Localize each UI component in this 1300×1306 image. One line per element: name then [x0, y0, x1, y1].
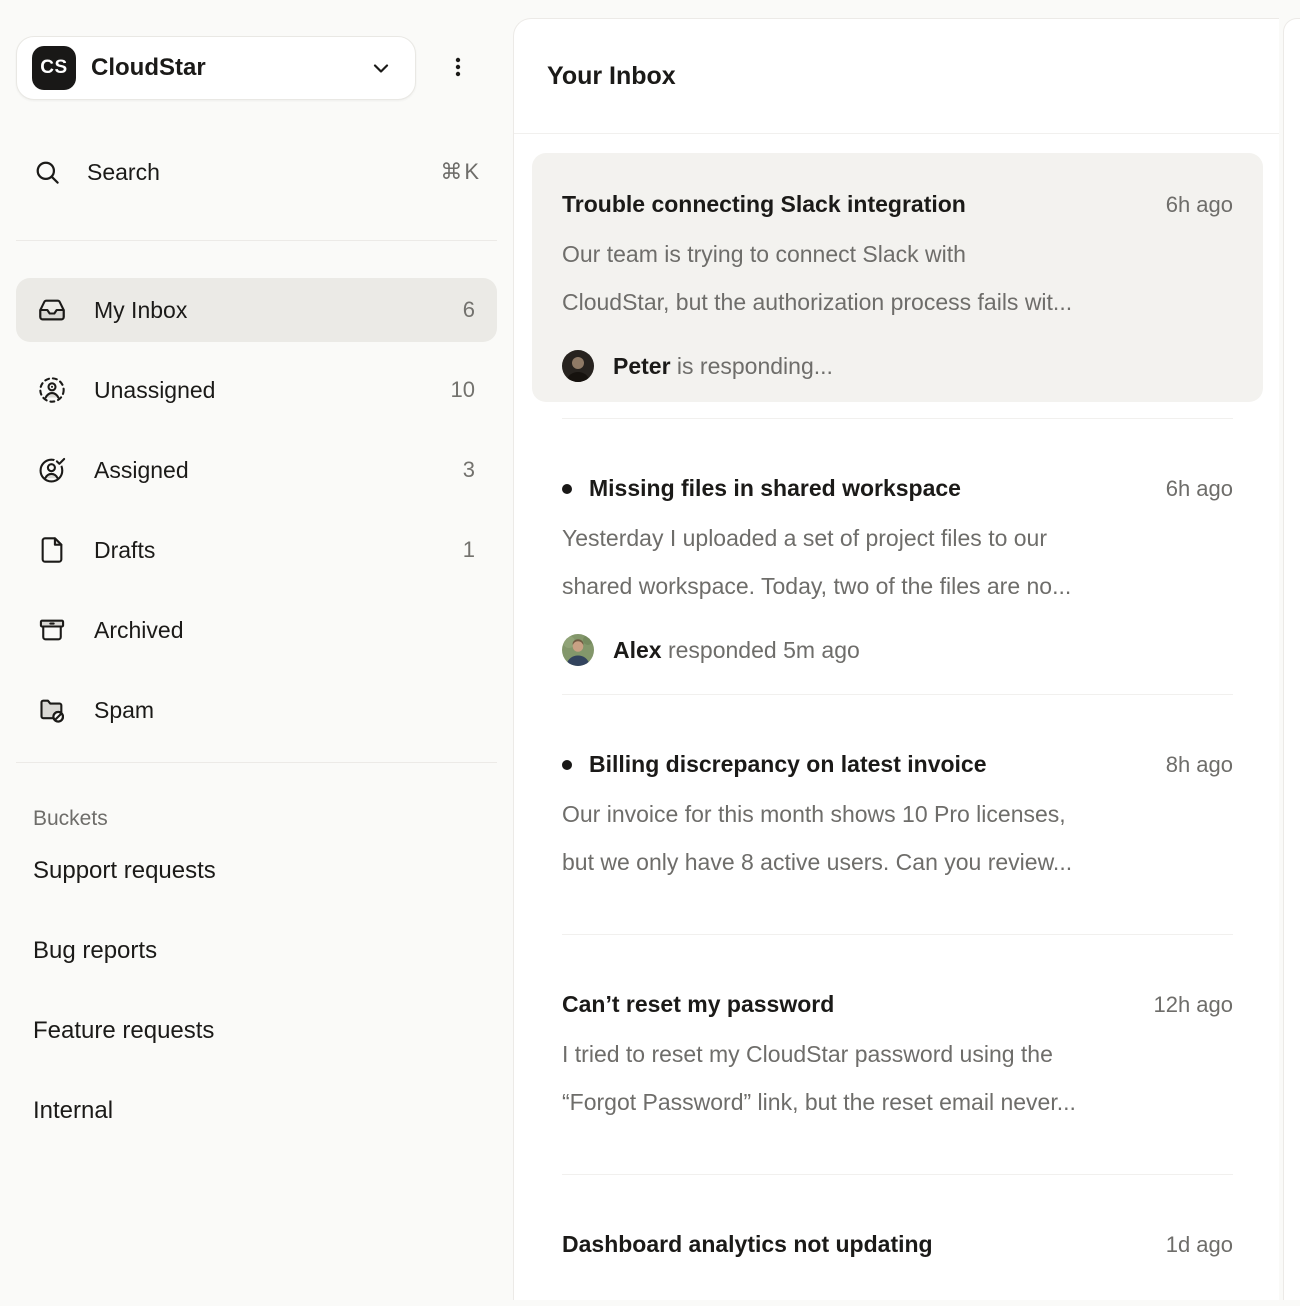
- folder-block-icon: [38, 696, 66, 724]
- conversation-time: 6h ago: [1146, 476, 1233, 502]
- bucket-item-bug-reports[interactable]: Bug reports: [16, 911, 497, 991]
- inbox-header: Your Inbox: [514, 19, 1279, 134]
- user-dashed-icon: [38, 376, 66, 404]
- workspace-switcher[interactable]: CS CloudStar: [16, 36, 416, 100]
- sidebar-item-drafts[interactable]: Drafts 1: [16, 518, 497, 582]
- conversation-footer-text: Peter is responding...: [613, 353, 833, 380]
- conversation-title: Missing files in shared workspace: [589, 475, 961, 502]
- conversation-title: Billing discrepancy on latest invoice: [589, 751, 987, 778]
- conversation-footer: Alex responded 5m ago: [562, 634, 1233, 666]
- sidebar: CS CloudStar Search ⌘K My Inbox: [0, 0, 513, 1300]
- inbox-icon: [38, 296, 66, 324]
- conversation-title: Can’t reset my password: [562, 991, 834, 1018]
- conversation-preview: Our invoice for this month shows 10 Pro …: [562, 790, 1233, 886]
- sidebar-divider: [16, 240, 497, 241]
- sidebar-item-my-inbox[interactable]: My Inbox 6: [16, 278, 497, 342]
- bucket-item-internal[interactable]: Internal: [16, 1071, 497, 1151]
- user-check-icon: [38, 456, 66, 484]
- buckets-section: Buckets Support requests Bug reports Fea…: [16, 807, 497, 1151]
- conversation-head: Trouble connecting Slack integration 6h …: [562, 191, 1233, 218]
- sidebar-item-assigned[interactable]: Assigned 3: [16, 438, 497, 502]
- bucket-item-label: Bug reports: [33, 937, 157, 965]
- bucket-item-label: Internal: [33, 1097, 113, 1125]
- kebab-menu-button[interactable]: [440, 49, 476, 88]
- conversation-title: Trouble connecting Slack integration: [562, 191, 966, 218]
- conversation-row-trouble-connecting-slack-integration[interactable]: Trouble connecting Slack integration 6h …: [532, 153, 1263, 402]
- sidebar-item-label: Unassigned: [94, 377, 215, 404]
- sidebar-item-label: Archived: [94, 617, 183, 644]
- alex-avatar: [562, 634, 594, 666]
- sidebar-divider: [16, 762, 497, 763]
- conversation-title: Dashboard analytics not updating: [562, 1231, 933, 1258]
- unread-dot-icon: [562, 760, 572, 770]
- main-column: Your Inbox Trouble connecting Slack inte…: [513, 0, 1300, 1300]
- sidebar-item-label: Drafts: [94, 537, 155, 564]
- buckets-heading: Buckets: [16, 807, 497, 831]
- bucket-item-label: Support requests: [33, 857, 216, 885]
- inbox-panel: Your Inbox Trouble connecting Slack inte…: [513, 18, 1279, 1300]
- sidebar-item-spam[interactable]: Spam: [16, 678, 497, 742]
- bucket-item-feature-requests[interactable]: Feature requests: [16, 991, 497, 1071]
- conversation-row-can-t-reset-my-password[interactable]: Can’t reset my password 12h ago I tried …: [532, 935, 1263, 1174]
- conversation-time: 12h ago: [1133, 992, 1233, 1018]
- conversation-head: Missing files in shared workspace 6h ago: [562, 475, 1233, 502]
- conversation-preview: Our team is trying to connect Slack with…: [562, 230, 1233, 326]
- conversation-footer: Peter is responding...: [562, 350, 1233, 382]
- peter-avatar: [562, 350, 594, 382]
- conversation-row-dashboard-analytics-not-updating[interactable]: Dashboard analytics not updating 1d ago: [532, 1175, 1263, 1306]
- archive-icon: [38, 616, 66, 644]
- bucket-item-label: Feature requests: [33, 1017, 214, 1045]
- sidebar-item-label: Assigned: [94, 457, 189, 484]
- kebab-icon: [446, 55, 470, 82]
- conversation-preview: Yesterday I uploaded a set of project fi…: [562, 514, 1233, 610]
- workspace-logo-initials: CS: [40, 57, 67, 79]
- secondary-panel-edge: [1283, 18, 1300, 1300]
- sidebar-item-label: My Inbox: [94, 297, 187, 324]
- chevron-down-icon: [369, 56, 393, 80]
- sidebar-item-count: 10: [451, 377, 475, 403]
- sidebar-item-archived[interactable]: Archived: [16, 598, 497, 662]
- conversation-footer-text: Alex responded 5m ago: [613, 637, 860, 664]
- search-shortcut: ⌘K: [440, 159, 481, 185]
- conversation-time: 1d ago: [1146, 1232, 1233, 1258]
- conversation-head: Billing discrepancy on latest invoice 8h…: [562, 751, 1233, 778]
- conversation-row-billing-discrepancy-on-latest-invoice[interactable]: Billing discrepancy on latest invoice 8h…: [532, 695, 1263, 934]
- file-icon: [38, 536, 66, 564]
- buckets-list: Support requests Bug reports Feature req…: [16, 831, 497, 1151]
- unread-dot-icon: [562, 484, 572, 494]
- app-root: CS CloudStar Search ⌘K My Inbox: [0, 0, 1300, 1300]
- sidebar-item-label: Spam: [94, 697, 154, 724]
- conversation-list: Trouble connecting Slack integration 6h …: [514, 134, 1279, 1306]
- page-title: Your Inbox: [547, 62, 676, 91]
- sidebar-item-count: 3: [463, 457, 475, 483]
- sidebar-item-count: 1: [463, 537, 475, 563]
- sidebar-top: CS CloudStar: [16, 36, 497, 100]
- sidebar-item-unassigned[interactable]: Unassigned 10: [16, 358, 497, 422]
- search-icon: [34, 159, 61, 186]
- bucket-item-support-requests[interactable]: Support requests: [16, 831, 497, 911]
- search-label: Search: [87, 159, 160, 186]
- sidebar-item-count: 6: [463, 297, 475, 323]
- conversation-time: 6h ago: [1146, 192, 1233, 218]
- workspace-logo: CS: [32, 46, 76, 90]
- workspace-name: CloudStar: [91, 54, 206, 82]
- conversation-head: Dashboard analytics not updating 1d ago: [562, 1231, 1233, 1258]
- search-button[interactable]: Search ⌘K: [16, 148, 497, 196]
- conversation-head: Can’t reset my password 12h ago: [562, 991, 1233, 1018]
- sidebar-nav: My Inbox 6 Unassigned 10 Assigned 3 Draf…: [16, 278, 497, 742]
- conversation-preview: I tried to reset my CloudStar password u…: [562, 1030, 1233, 1126]
- conversation-row-missing-files-in-shared-workspace[interactable]: Missing files in shared workspace 6h ago…: [532, 419, 1263, 694]
- conversation-time: 8h ago: [1146, 752, 1233, 778]
